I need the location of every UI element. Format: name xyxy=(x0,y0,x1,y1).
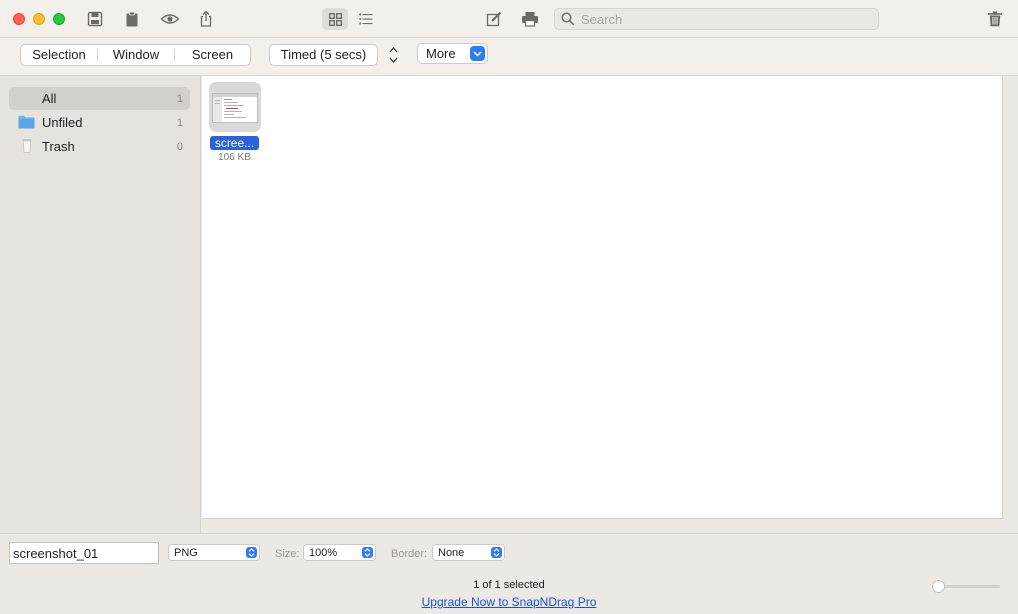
screen-button[interactable]: Screen xyxy=(175,45,250,65)
grid-view-icon[interactable] xyxy=(322,8,348,30)
size-value: 100% xyxy=(309,547,338,559)
list-view-icon[interactable] xyxy=(355,8,377,30)
share-icon[interactable] xyxy=(196,9,216,29)
sidebar-item-label: All xyxy=(42,91,57,106)
chevron-updown-icon xyxy=(246,547,257,558)
border-label: Border: xyxy=(391,548,428,560)
close-window-button[interactable] xyxy=(13,13,25,25)
save-icon[interactable] xyxy=(85,9,105,29)
search-input[interactable] xyxy=(581,11,871,27)
screenshot-filename-label[interactable]: scree... xyxy=(210,136,259,150)
edit-icon[interactable] xyxy=(484,9,504,29)
minimize-window-button[interactable] xyxy=(33,13,45,25)
chevron-updown-icon xyxy=(491,547,502,558)
sidebar-item-unfiled[interactable]: Unfiled 1 xyxy=(9,111,190,134)
sidebar-item-count: 1 xyxy=(176,93,183,105)
more-label: More xyxy=(426,46,456,61)
format-popup[interactable]: PNG xyxy=(168,544,260,561)
eye-icon[interactable] xyxy=(160,9,180,29)
window-button[interactable]: Window xyxy=(98,45,174,65)
trash-bin-icon xyxy=(22,139,32,153)
selection-count: 1 of 1 selected xyxy=(473,579,545,591)
sidebar-item-count: 0 xyxy=(176,141,183,153)
upgrade-link[interactable]: Upgrade Now to SnapNDrag Pro xyxy=(0,595,1018,609)
trash-icon[interactable] xyxy=(985,9,1005,29)
size-popup[interactable]: 100% xyxy=(303,544,376,561)
chevron-updown-icon xyxy=(362,547,373,558)
export-options-bar: PNG Size: 100% Border: None xyxy=(0,533,1018,573)
more-popup-button[interactable]: More xyxy=(417,43,488,64)
sidebar-item-trash[interactable]: Trash 0 xyxy=(9,135,190,158)
filename-input[interactable] xyxy=(9,542,159,564)
screenshot-filesize-label: 106 KB xyxy=(218,152,251,163)
timed-capture-button[interactable]: Timed (5 secs) xyxy=(269,44,378,66)
folder-icon xyxy=(18,115,35,129)
format-value: PNG xyxy=(174,547,198,559)
zoom-window-button[interactable] xyxy=(53,13,65,25)
screenshot-thumbnail[interactable] xyxy=(209,82,261,132)
search-icon xyxy=(561,12,575,26)
sidebar-item-label: Trash xyxy=(42,139,75,154)
sidebar-item-all[interactable]: All 1 xyxy=(9,87,190,110)
chevron-down-icon xyxy=(470,46,485,61)
sidebar-item-count: 1 xyxy=(176,117,183,129)
print-icon[interactable] xyxy=(520,9,540,29)
clipboard-icon[interactable] xyxy=(122,9,142,29)
search-field[interactable] xyxy=(554,8,879,30)
size-label: Size: xyxy=(275,548,300,560)
slider-knob[interactable] xyxy=(932,580,945,593)
capture-mode-segmented-control: Selection Window Screen xyxy=(20,44,251,66)
screenshot-grid: scree... 106 KB xyxy=(202,76,1003,519)
thumbnail-size-slider[interactable] xyxy=(932,580,1000,593)
border-popup[interactable]: None xyxy=(432,544,505,561)
thumbnail-preview-image xyxy=(212,93,258,123)
border-value: None xyxy=(438,547,465,559)
title-bar xyxy=(0,0,1018,38)
status-bar: 1 of 1 selected Upgrade Now to SnapNDrag… xyxy=(0,573,1018,614)
timer-stepper[interactable] xyxy=(387,44,400,66)
sidebar-item-label: Unfiled xyxy=(42,115,83,130)
sidebar: All 1 Unfiled 1 Trash 0 xyxy=(0,76,201,533)
selection-button[interactable]: Selection xyxy=(21,45,97,65)
capture-toolbar: Selection Window Screen Timed (5 secs) M… xyxy=(0,38,1018,76)
